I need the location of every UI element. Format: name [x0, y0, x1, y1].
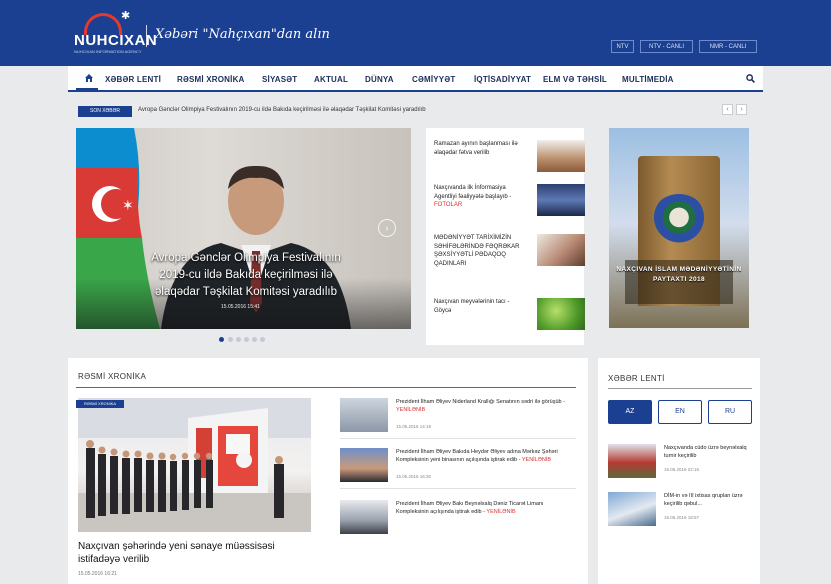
- category-badge[interactable]: RƏSMİ XRONİKA: [76, 400, 124, 408]
- side-news-thumbnail: [537, 184, 585, 216]
- slider-dot[interactable]: [260, 337, 265, 342]
- search-icon[interactable]: [746, 74, 755, 83]
- site-tagline: Xəbəri "Nahçıxan"dan alın: [155, 27, 330, 42]
- slider-dot[interactable]: [236, 337, 241, 342]
- star-icon: ✱: [121, 10, 131, 22]
- slider-next-button[interactable]: ›: [378, 219, 396, 237]
- section-divider: [608, 388, 752, 389]
- nav-item-xeber-lenti[interactable]: XƏBƏR LENTİ: [105, 75, 161, 84]
- side-news-title: Naxçıvan meyvələrinin tacı - Göycə: [434, 299, 510, 314]
- nav-active-underline: [76, 88, 98, 90]
- side-news-title: Naxçıvanda ilk İnformasiya Agentliyi fəa…: [434, 185, 512, 208]
- updated-tag: YENİLƏNİB: [396, 407, 426, 413]
- slide-caption[interactable]: Avropa Gənclər Olimpiya Festivalının 201…: [136, 250, 356, 301]
- news-date: 15.05.2016 18:57: [664, 515, 700, 520]
- slider-dot[interactable]: [244, 337, 249, 342]
- ntv-live-button[interactable]: NTV - CANLI: [640, 40, 693, 53]
- nav-item-siyaset[interactable]: SİYASƏT: [262, 75, 297, 84]
- slider-dot-active[interactable]: [219, 337, 224, 342]
- news-title: Naxçıvanda cüdo üzrə beynəlxalq turnir k…: [664, 445, 747, 459]
- news-title: Prezident İlham Əliyev Niderland Krallığ…: [396, 399, 565, 413]
- updated-tag: YENİLƏNİB: [521, 457, 552, 463]
- news-date: 15.05.2016 14:19: [396, 424, 432, 429]
- chronicle-main-date: 15.05.2016 16:21: [78, 571, 117, 577]
- logo-subtext: NUHCIXAN INFORMATION AGENCY: [74, 49, 142, 54]
- news-thumbnail: [340, 500, 388, 534]
- news-thumbnail: [608, 492, 656, 526]
- nav-item-cemiyyet[interactable]: CƏMİYYƏT: [412, 75, 455, 84]
- section-title[interactable]: RƏSMİ XRONİKA: [78, 372, 146, 381]
- home-icon[interactable]: [84, 73, 94, 83]
- breaking-news-badge: SON XƏBƏR: [78, 106, 132, 117]
- lang-ru-button[interactable]: RU: [708, 400, 752, 424]
- slide-date: 15.05.2016 15:41: [221, 304, 260, 310]
- factory-photo: [78, 398, 311, 532]
- section-divider: [76, 387, 576, 388]
- chronicle-main-image[interactable]: [78, 398, 311, 532]
- slider-dot[interactable]: [252, 337, 257, 342]
- news-thumbnail: [608, 444, 656, 478]
- lang-az-button[interactable]: AZ: [608, 400, 652, 424]
- culture-capital-banner[interactable]: NAXÇIVAN İSLAM MƏDƏNİYYƏTİNİN PAYTAXTI 2…: [609, 128, 749, 328]
- side-news-thumbnail: [537, 298, 585, 330]
- nmr-live-button[interactable]: NMR - CANLI: [699, 40, 757, 53]
- emblem-logo: [651, 194, 707, 246]
- list-divider: [340, 438, 576, 439]
- ticker-prev-button[interactable]: ‹: [722, 104, 733, 115]
- side-news-title: Ramazan ayının başlanması ilə əlaqədar f…: [434, 141, 518, 156]
- news-thumbnail: [340, 448, 388, 482]
- news-thumbnail: [340, 398, 388, 432]
- side-news-thumbnail: [537, 234, 585, 266]
- news-date: 15.05.2016 16:30: [396, 474, 432, 479]
- ntv-button[interactable]: NTV: [611, 40, 634, 53]
- breaking-news-text[interactable]: Avropa Gənclər Olimpiya Festivalının 201…: [138, 107, 426, 113]
- side-news-list: Ramazan ayının başlanması ilə əlaqədar f…: [426, 128, 585, 345]
- side-news-title: MƏDƏNİYYƏT TARİXİMİZİN SƏHİFƏLƏRİNDƏ FƏQ…: [434, 235, 520, 267]
- tagline-divider: [146, 25, 147, 47]
- nav-item-elm-ve-tehsil[interactable]: ELM VƏ TƏHSİL: [543, 75, 607, 84]
- nav-item-dunya[interactable]: DÜNYA: [365, 75, 394, 84]
- nav-item-iqtisadiyyat[interactable]: İQTİSADİYYAT: [474, 75, 531, 84]
- news-title: Prezident İlham Əliyev Bakıda Heydər Əli…: [396, 449, 558, 463]
- photos-tag: FOTOLAR: [434, 202, 463, 208]
- site-logo[interactable]: NUHCIXAN: [74, 32, 157, 49]
- list-divider: [340, 488, 576, 489]
- nav-item-multimedia[interactable]: MULTİMEDİA: [622, 75, 674, 84]
- main-slider[interactable]: ✶ Avropa Gənclər Olimpiya Festivalının 2…: [76, 128, 411, 329]
- nav-item-aktual[interactable]: AKTUAL: [314, 75, 348, 84]
- official-chronicle-section: RƏSMİ XRONİKA RƏSMİ XRONİKA Naxçıvan şəh…: [68, 358, 588, 584]
- slider-dot[interactable]: [228, 337, 233, 342]
- lang-en-button[interactable]: EN: [658, 400, 702, 424]
- updated-tag: YENİLƏNİB: [486, 509, 516, 515]
- section-title[interactable]: XƏBƏR LENTİ: [608, 374, 665, 383]
- chronicle-main-headline[interactable]: Naxçıvan şəhərində yeni sənaye müəssisəs…: [78, 540, 298, 566]
- news-date: 15.05.2016 22:15: [664, 467, 700, 472]
- news-title: Prezident İlham Əliyev Bakı Beynəlxalq D…: [396, 501, 544, 515]
- news-feed-section: XƏBƏR LENTİ AZ EN RU Naxçıvanda cüdo üzr…: [598, 358, 760, 584]
- news-title: DİM-in və III ixtisas qruplan üzrə keçir…: [664, 493, 743, 507]
- side-news-thumbnail: [537, 140, 585, 172]
- banner-text: NAXÇIVAN İSLAM MƏDƏNİYYƏTİNİN PAYTAXTI 2…: [616, 266, 742, 283]
- nav-item-resmi-xronika[interactable]: RƏSMİ XRONİKA: [177, 75, 245, 84]
- ticker-next-button[interactable]: ›: [736, 104, 747, 115]
